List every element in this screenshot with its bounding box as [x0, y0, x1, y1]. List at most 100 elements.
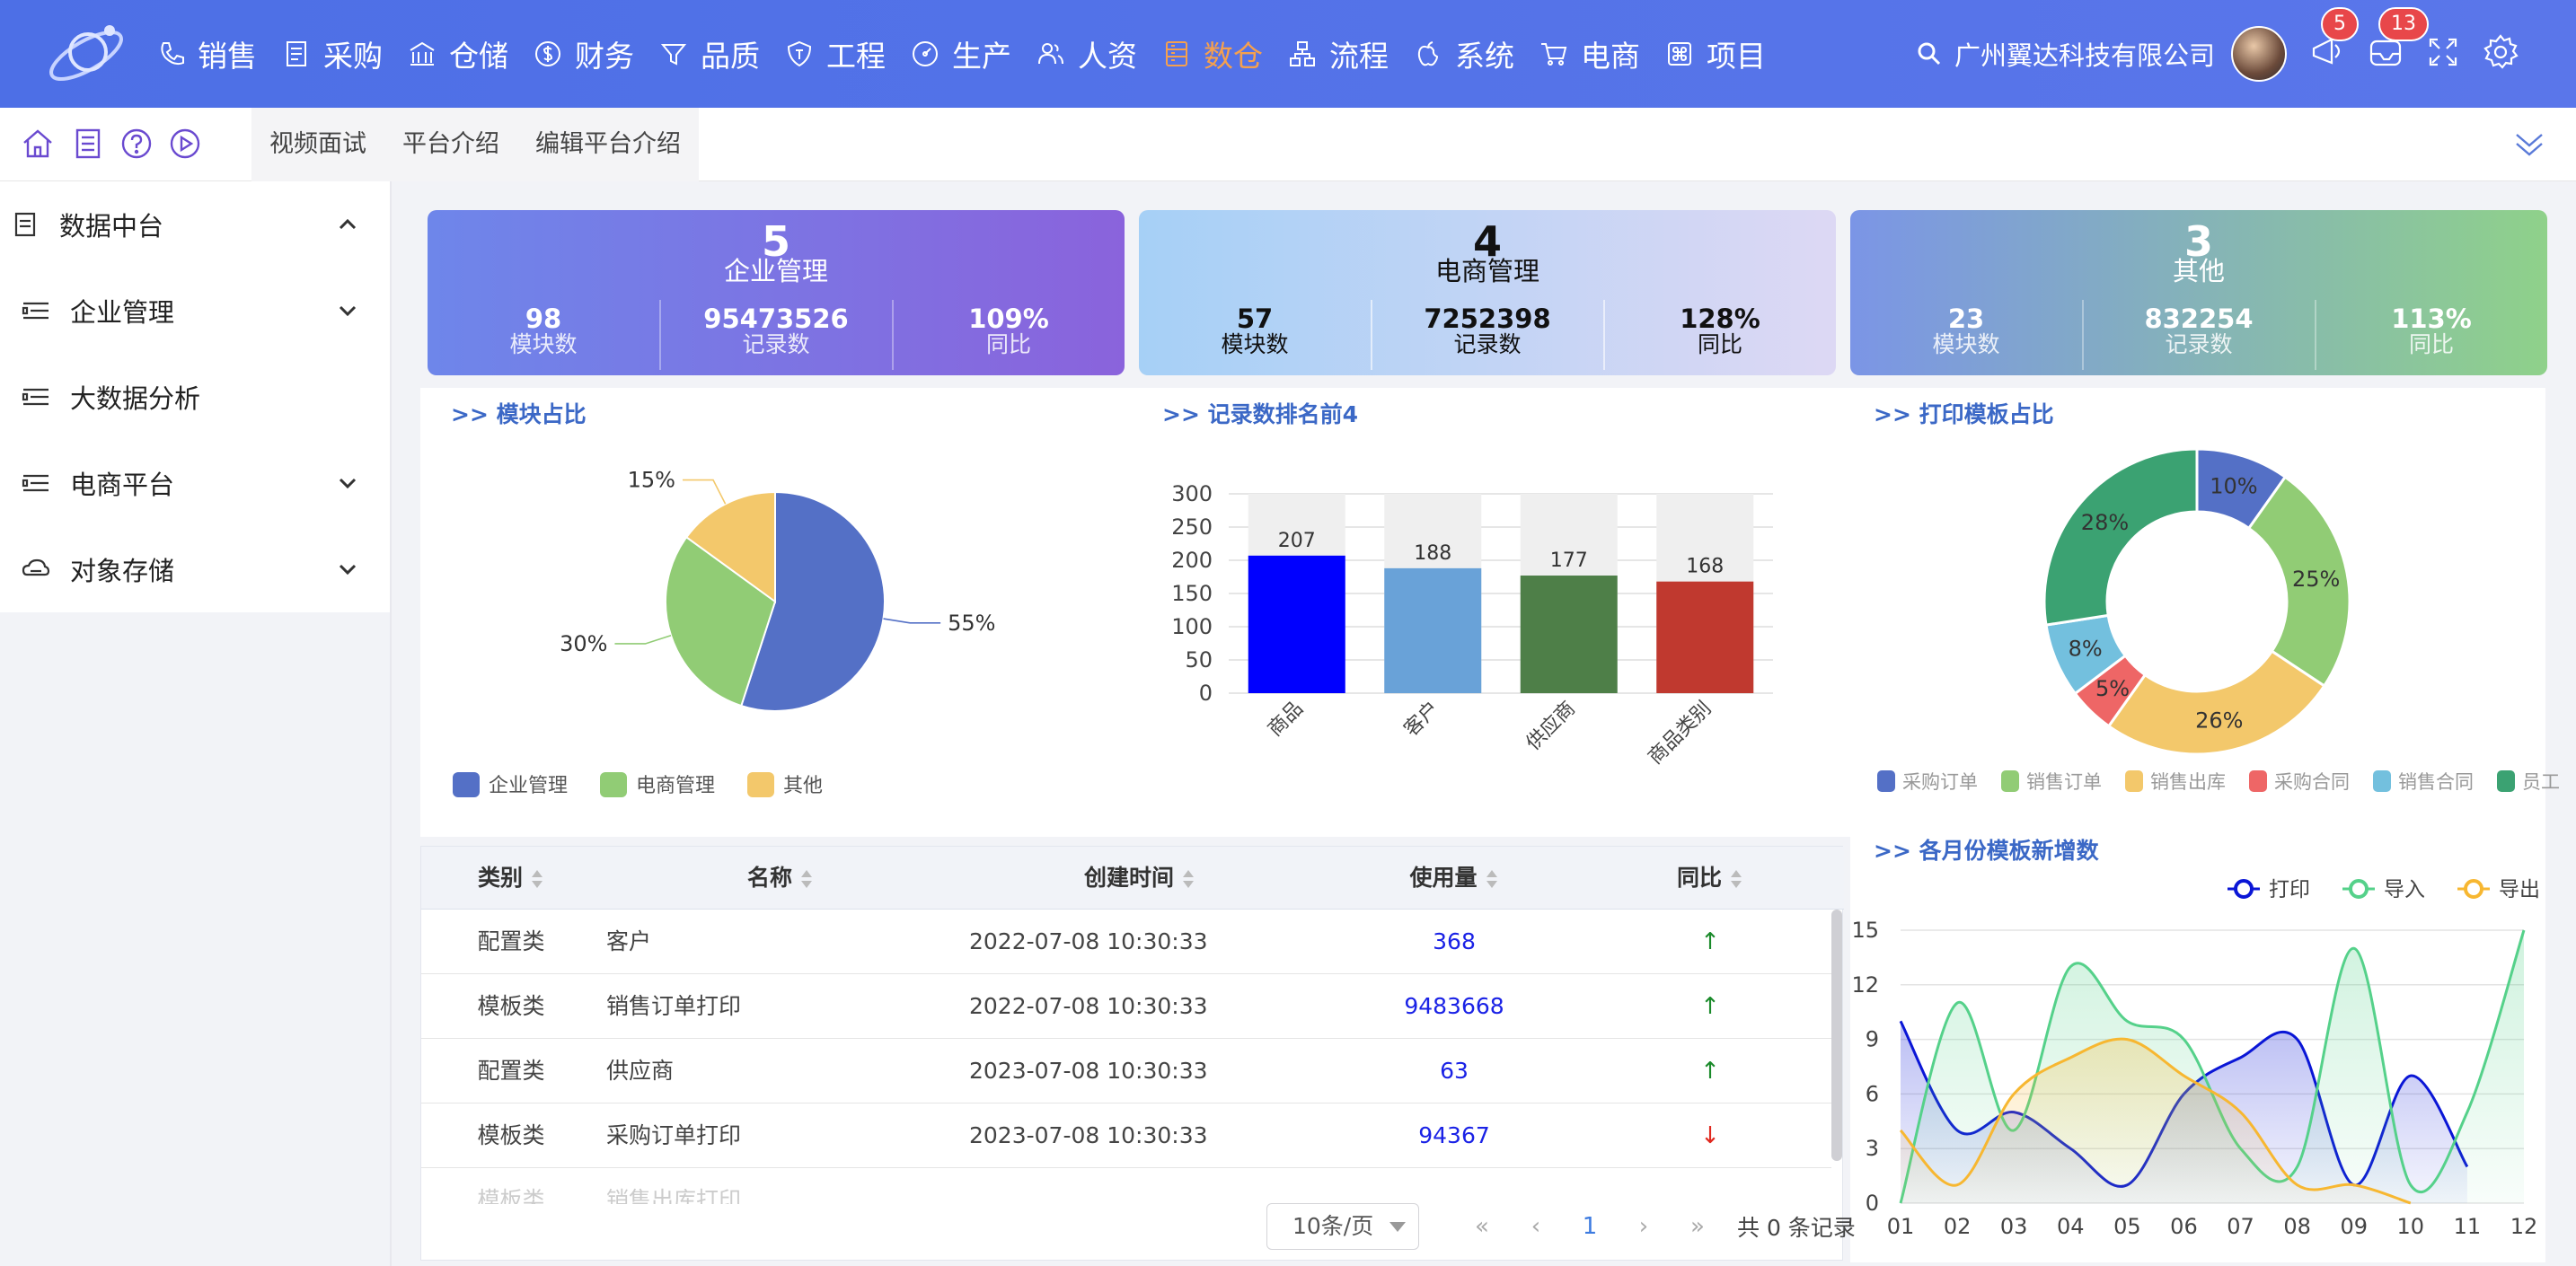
x-tick-label: 客户: [1400, 698, 1444, 742]
fullscreen-button[interactable]: [2423, 32, 2466, 75]
nav-item-6[interactable]: 生产: [898, 0, 1024, 108]
logo-icon[interactable]: [43, 13, 129, 95]
nav-item-5[interactable]: 工程: [772, 0, 898, 108]
settings-button[interactable]: [2481, 32, 2524, 75]
column-header-yoy[interactable]: 同比: [1589, 847, 1831, 910]
donut-slice[interactable]: [2106, 649, 2326, 756]
help-button[interactable]: [119, 126, 154, 162]
nav-item-1[interactable]: 采购: [269, 0, 395, 108]
legend-label[interactable]: 企业管理: [489, 775, 568, 797]
table-row[interactable]: 模板类 销售订单打印 2022-07-08 10:30:33 9483668 ↑: [421, 974, 1831, 1039]
table-row[interactable]: 模板类 销售出库打印: [421, 1168, 1831, 1204]
nav-item-2[interactable]: 仓储: [395, 0, 521, 108]
bar[interactable]: [1520, 576, 1618, 693]
pie-slice-label: 55%: [948, 611, 995, 636]
cell-usage[interactable]: 368: [1319, 910, 1589, 974]
legend-swatch[interactable]: [2497, 770, 2515, 792]
nav-item-0[interactable]: 销售: [144, 0, 269, 108]
donut-slice[interactable]: [2042, 447, 2199, 627]
column-header-name[interactable]: 名称: [601, 847, 960, 910]
tab-platform-intro[interactable]: 平台介绍: [384, 108, 517, 181]
table-row[interactable]: 配置类 客户 2022-07-08 10:30:33 368 ↑: [421, 910, 1831, 974]
company-search[interactable]: 广州翼达科技有限公司: [1917, 35, 2215, 73]
column-header-created[interactable]: 创建时间: [960, 847, 1319, 910]
notification-button[interactable]: 13: [2366, 7, 2429, 75]
legend-label[interactable]: 导入: [2384, 878, 2425, 901]
current-page[interactable]: 1: [1563, 1213, 1617, 1240]
legend-swatch[interactable]: [2001, 770, 2019, 792]
cell-name: 客户: [606, 928, 652, 954]
summary-card-enterprise: 5 企业管理 98 模块数 95473526 记录数 109% 同比: [428, 210, 1125, 375]
legend-swatch[interactable]: [2249, 770, 2267, 792]
legend-swatch[interactable]: [747, 772, 774, 797]
legend-label[interactable]: 导出: [2499, 878, 2540, 901]
bar[interactable]: [1384, 567, 1482, 693]
cell-usage[interactable]: 9483668: [1319, 974, 1589, 1039]
home-button[interactable]: [20, 126, 56, 162]
sidebar-item-enterprise[interactable]: 企业管理: [0, 268, 390, 354]
legend-label[interactable]: 销售订单: [2026, 771, 2102, 793]
avatar[interactable]: [2231, 26, 2287, 82]
tab-video-interview[interactable]: 视频面试: [251, 108, 384, 181]
legend-label[interactable]: 采购合同: [2274, 771, 2350, 793]
column-header-usage[interactable]: 使用量: [1319, 847, 1589, 910]
sort-icon: [1731, 870, 1742, 888]
legend-swatch[interactable]: [1877, 770, 1895, 792]
nav-item-label: 财务: [575, 39, 634, 74]
legend-label[interactable]: 电商管理: [636, 775, 715, 797]
last-page-button[interactable]: »: [1671, 1213, 1725, 1240]
bar[interactable]: [1656, 581, 1754, 693]
sidebar-item-object-storage[interactable]: 对象存储: [0, 526, 390, 612]
list-button[interactable]: [70, 126, 106, 162]
sidebar-item-data-platform[interactable]: 数据中台: [0, 181, 390, 268]
table-scrollbar[interactable]: [1831, 910, 1842, 1161]
legend-swatch[interactable]: [2125, 770, 2143, 792]
cell-usage[interactable]: 63: [1319, 1039, 1589, 1103]
cell-name: 供应商: [606, 1058, 675, 1084]
cell-name: 销售订单打印: [606, 993, 742, 1019]
table-row[interactable]: 配置类 供应商 2023-07-08 10:30:33 63 ↑: [421, 1039, 1831, 1103]
header-right: 广州翼达科技有限公司 5 13: [1917, 0, 2576, 108]
tab-edit-platform-intro[interactable]: 编辑平台介绍: [517, 108, 699, 181]
x-tick-label: 11: [2454, 1214, 2482, 1239]
legend-swatch[interactable]: [2373, 770, 2391, 792]
x-tick-label: 09: [2340, 1214, 2368, 1239]
card-stat-value: 98: [525, 303, 562, 334]
nav-item-9[interactable]: 流程: [1275, 0, 1401, 108]
prev-page-button[interactable]: ‹: [1509, 1213, 1563, 1240]
play-button[interactable]: [167, 126, 203, 162]
legend-marker[interactable]: [2464, 879, 2483, 899]
card-title: 其他: [2172, 256, 2225, 286]
nav-item-4[interactable]: 品质: [647, 0, 772, 108]
page-size-select[interactable]: 10条/页: [1266, 1203, 1419, 1250]
bar[interactable]: [1248, 555, 1345, 693]
legend-swatch[interactable]: [453, 772, 480, 797]
nav-item-8[interactable]: 数仓: [1150, 0, 1275, 108]
collapse-button[interactable]: [2510, 124, 2549, 163]
nav-item-11[interactable]: 电商: [1527, 0, 1653, 108]
legend-label[interactable]: 其他: [783, 775, 823, 797]
menu-list-icon: [22, 469, 50, 497]
legend-marker[interactable]: [2349, 879, 2369, 899]
legend-label[interactable]: 员工信息: [2522, 771, 2560, 793]
sidebar-item-ecommerce[interactable]: 电商平台: [0, 440, 390, 526]
legend-label[interactable]: 采购订单: [1902, 771, 1978, 793]
column-header-category[interactable]: 类别: [421, 847, 601, 910]
fullscreen-icon: [2429, 38, 2457, 66]
message-button[interactable]: 5: [2308, 7, 2359, 75]
table-row[interactable]: 模板类 采购订单打印 2023-07-08 10:30:33 94367 ↓: [421, 1103, 1831, 1168]
nav-item-10[interactable]: 系统: [1401, 0, 1527, 108]
legend-label[interactable]: 销售出库: [2150, 771, 2226, 793]
nav-item-7[interactable]: 人资: [1024, 0, 1150, 108]
first-page-button[interactable]: «: [1455, 1213, 1509, 1240]
nav-item-3[interactable]: 财务: [521, 0, 647, 108]
legend-label[interactable]: 打印: [2269, 878, 2310, 901]
nav-item-12[interactable]: 项目: [1653, 0, 1778, 108]
cell-usage[interactable]: 94367: [1319, 1103, 1589, 1168]
legend-label[interactable]: 销售合同: [2398, 771, 2474, 793]
next-page-button[interactable]: ›: [1617, 1213, 1671, 1240]
legend-marker[interactable]: [2234, 879, 2254, 899]
legend-swatch[interactable]: [600, 772, 627, 797]
sidebar-item-big-data[interactable]: 大数据分析: [0, 354, 390, 440]
x-tick-label: 供应商: [1522, 698, 1580, 755]
